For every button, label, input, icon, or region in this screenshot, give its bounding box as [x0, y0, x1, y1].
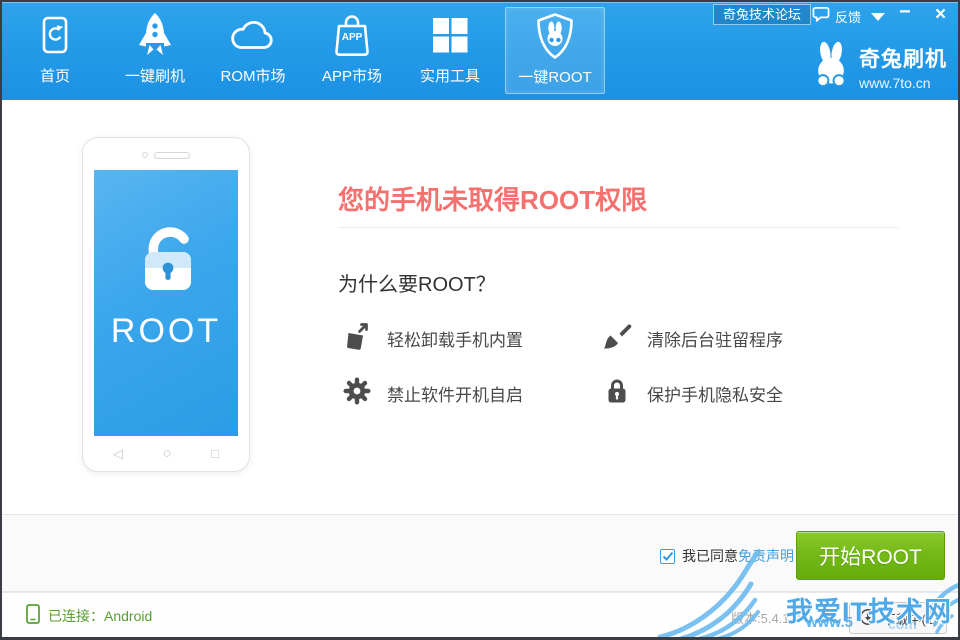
title-divider — [338, 227, 898, 228]
feature-label: 清除后台驻留程序 — [647, 326, 783, 351]
cloud-icon — [203, 7, 303, 63]
phone-illustration: ROOT ◁ ○ □ — [82, 137, 250, 472]
connected-phone-icon — [26, 604, 40, 627]
nav-tab-root[interactable]: 一键ROOT — [505, 7, 605, 94]
agree-row: 我已同意 免责声明 — [660, 546, 794, 566]
page-title: 您的手机未取得ROOT权限 — [338, 180, 647, 217]
forum-button[interactable]: 奇兔技术论坛 — [713, 4, 811, 25]
feature-autostart: 禁止软件开机自启 — [342, 377, 523, 409]
agree-text: 我已同意 — [682, 546, 738, 566]
feedback-button[interactable]: 反馈 — [812, 6, 861, 26]
check-icon — [662, 551, 674, 562]
lock-icon — [602, 376, 632, 411]
why-root-heading: 为什么要ROOT？ — [338, 268, 496, 297]
phone-screen: ROOT — [94, 170, 238, 436]
download-label: 下载中(1) — [883, 609, 938, 628]
unlock-padlock-icon — [118, 208, 218, 303]
app-bag-icon: APP — [302, 7, 402, 63]
connection-status: 已连接：Android — [26, 604, 152, 627]
nav-tab-rom-market[interactable]: ROM市场 — [203, 7, 303, 94]
start-root-button[interactable]: 开始ROOT — [796, 531, 945, 580]
app-bag-icon-text: APP — [342, 32, 363, 43]
phone-back-icon: ◁ — [113, 446, 123, 462]
feature-label: 保护手机隐私安全 — [647, 381, 783, 406]
header: 首页 一键刷机 ROM市场 — [0, 0, 960, 100]
dropdown-caret-icon[interactable] — [871, 13, 885, 21]
nav-tab-flash[interactable]: 一键刷机 — [105, 7, 205, 94]
phone-home-icon: ○ — [163, 446, 172, 462]
close-button[interactable]: × — [929, 2, 952, 28]
feature-clean: 清除后台驻留程序 — [602, 322, 783, 354]
disclaimer-link[interactable]: 免责声明 — [738, 546, 794, 566]
nav-tab-app-market[interactable]: APP APP市场 — [302, 7, 402, 94]
agree-checkbox[interactable] — [660, 549, 675, 564]
uninstall-icon — [342, 321, 372, 356]
nav-label: ROM市场 — [203, 65, 303, 86]
connection-text: 已连接：Android — [48, 606, 152, 626]
speech-bubble-icon — [812, 6, 830, 26]
feature-privacy: 保护手机隐私安全 — [602, 377, 783, 409]
phone-recent-icon: □ — [211, 446, 219, 462]
nav-label: APP市场 — [302, 65, 402, 86]
rabbit-logo-icon — [812, 40, 850, 93]
feature-uninstall: 轻松卸载手机内置 — [342, 322, 523, 354]
nav-label: 一键刷机 — [105, 65, 205, 86]
app-window: 首页 一键刷机 ROM市场 — [0, 0, 960, 640]
home-refresh-icon — [5, 7, 105, 63]
phone-camera-dot — [142, 152, 148, 158]
rocket-icon — [105, 7, 205, 63]
brush-icon — [602, 321, 632, 356]
brand-name: 奇兔刷机 — [859, 43, 947, 73]
phone-speaker-slot — [154, 152, 190, 159]
nav-label: 首页 — [5, 65, 105, 86]
minimize-button[interactable]: − — [893, 0, 917, 26]
grid-icon — [400, 7, 500, 63]
gear-icon — [342, 376, 372, 411]
download-button[interactable]: 下载中(1) — [849, 602, 947, 634]
brand-logo: 奇兔刷机 www.7to.cn — [812, 40, 947, 93]
brand-url: www.7to.cn — [859, 75, 947, 91]
shield-rabbit-icon — [506, 8, 604, 64]
download-icon — [859, 608, 877, 629]
feature-label: 禁止软件开机自启 — [387, 381, 523, 406]
version-text: 版本:5.4.1.0 — [731, 608, 800, 627]
feature-label: 轻松卸载手机内置 — [387, 326, 523, 351]
phone-screen-root-text: ROOT — [94, 312, 238, 351]
feedback-label: 反馈 — [835, 7, 861, 26]
nav-label: 实用工具 — [400, 65, 500, 86]
nav-tab-home[interactable]: 首页 — [5, 7, 105, 94]
phone-nav-buttons: ◁ ○ □ — [83, 446, 249, 462]
nav-label: 一键ROOT — [506, 66, 604, 87]
nav-tab-tools[interactable]: 实用工具 — [400, 7, 500, 94]
